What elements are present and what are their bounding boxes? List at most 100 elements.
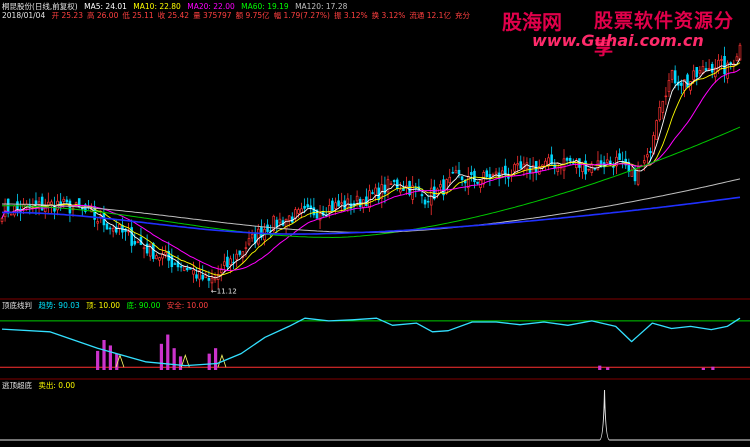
candle-body — [9, 213, 13, 216]
candle-body — [426, 201, 430, 203]
candle-body — [247, 238, 251, 245]
candle-body — [105, 223, 109, 230]
candle-body — [226, 256, 229, 268]
quote-item: 振 3.12% — [333, 11, 368, 20]
sell-spike — [0, 389, 750, 441]
indicator-bar — [207, 353, 211, 370]
candle-body — [649, 151, 652, 154]
candle-body — [439, 184, 442, 188]
candle-body — [300, 208, 303, 213]
candle-body — [223, 261, 226, 266]
ma120-label: MA120: 17.28 — [295, 2, 348, 11]
candle-body — [331, 200, 334, 212]
candle-body — [368, 190, 371, 209]
candle-body — [454, 170, 458, 174]
indicator-panel-1 — [0, 317, 750, 370]
candle-body — [96, 221, 99, 224]
candle-body — [655, 120, 658, 141]
ma10-label: MA10: 22.80 — [133, 2, 181, 11]
candle-body — [476, 181, 479, 184]
indicator1-bottom: 底: 90.00 — [126, 301, 161, 310]
candle-body — [686, 74, 689, 88]
ma120-line — [2, 178, 741, 233]
candle-body — [680, 82, 683, 86]
quote-item: 额 9.75亿 — [235, 11, 270, 20]
indicator-bar — [598, 365, 602, 370]
candle-body — [278, 218, 282, 224]
candle-body — [164, 252, 167, 255]
indicator1-header: 顶底线判 趋势: 90.03 顶: 10.00 底: 90.00 安全: 10.… — [2, 301, 212, 310]
chart-stage: ←11.12 桐昆股份(日线,前复权) MA5: 24.01 MA10: 22.… — [0, 0, 750, 443]
candle-body — [491, 174, 495, 176]
indicator-bar — [213, 348, 218, 370]
candle-body — [457, 169, 461, 175]
candle-body — [16, 201, 19, 209]
candle-body — [337, 200, 340, 207]
candle-body — [189, 268, 192, 270]
ma60-label: MA60: 19.19 — [241, 2, 289, 11]
quote-item: 充分 — [454, 11, 470, 20]
ma20-label: MA20: 22.00 — [187, 2, 235, 11]
candle-body — [692, 70, 695, 81]
candle-body — [658, 107, 661, 121]
quote-item: 量 375797 — [193, 11, 232, 20]
candle-body — [108, 227, 112, 230]
candle-body — [399, 189, 402, 193]
candle-body — [136, 241, 140, 243]
candle-body — [707, 68, 711, 71]
candle-body — [238, 250, 242, 255]
stock-name: 桐昆股份(日线,前复权) — [2, 2, 78, 11]
candle-body — [195, 274, 198, 279]
candle-body — [525, 162, 529, 170]
candle-body — [633, 169, 637, 182]
indicator-panel-2 — [0, 389, 750, 441]
indicator1-trend: 趋势: 90.03 — [38, 301, 80, 310]
indicator1-safe: 安全: 10.00 — [166, 301, 209, 310]
candle-body — [395, 179, 399, 189]
candle-body — [698, 70, 702, 74]
candle-body — [303, 205, 306, 209]
candle-body — [185, 267, 189, 271]
candle-body — [155, 255, 158, 260]
candle-body — [158, 257, 161, 261]
indicator2-title: 逃顶超底 — [2, 381, 32, 390]
indicator-bar — [701, 367, 705, 370]
indicator-bar — [711, 366, 715, 370]
candle-body — [448, 176, 452, 184]
trend-line — [1, 317, 741, 367]
candle-body — [609, 160, 612, 164]
candle-body — [133, 241, 137, 245]
candle-body — [516, 163, 519, 166]
candle-body — [68, 200, 72, 214]
candle-body — [590, 164, 594, 173]
candle-body — [565, 157, 569, 161]
candle-body — [667, 80, 671, 92]
stock-chart[interactable]: ←11.12 — [0, 0, 750, 443]
indicator-bar — [159, 343, 163, 370]
candle-body — [343, 200, 347, 210]
candle-body — [145, 243, 149, 254]
candle-body — [207, 277, 211, 281]
candle-body — [377, 187, 380, 201]
candle-body — [118, 224, 121, 229]
candle-body — [423, 199, 427, 205]
candle-body — [618, 153, 621, 161]
candle-body — [605, 159, 609, 163]
candle-body — [179, 266, 183, 268]
quote-item: 流通 12.1亿 — [409, 11, 451, 20]
candle-body — [340, 202, 343, 205]
indicator-bar — [108, 345, 112, 370]
candle-body — [460, 176, 464, 181]
candle-body — [173, 263, 177, 265]
quote-item: 收 25.42 — [157, 11, 190, 20]
candle-body — [494, 171, 498, 175]
candle-body — [568, 157, 572, 161]
candle-body — [519, 161, 523, 169]
candle-body — [420, 194, 424, 197]
candle-body — [392, 180, 396, 182]
candle-body — [402, 188, 405, 191]
candle-body — [587, 168, 590, 171]
candle-body — [142, 247, 146, 250]
header-ma-line: 桐昆股份(日线,前复权) MA5: 24.01 MA10: 22.80 MA20… — [2, 2, 351, 11]
candle-body — [664, 95, 668, 98]
